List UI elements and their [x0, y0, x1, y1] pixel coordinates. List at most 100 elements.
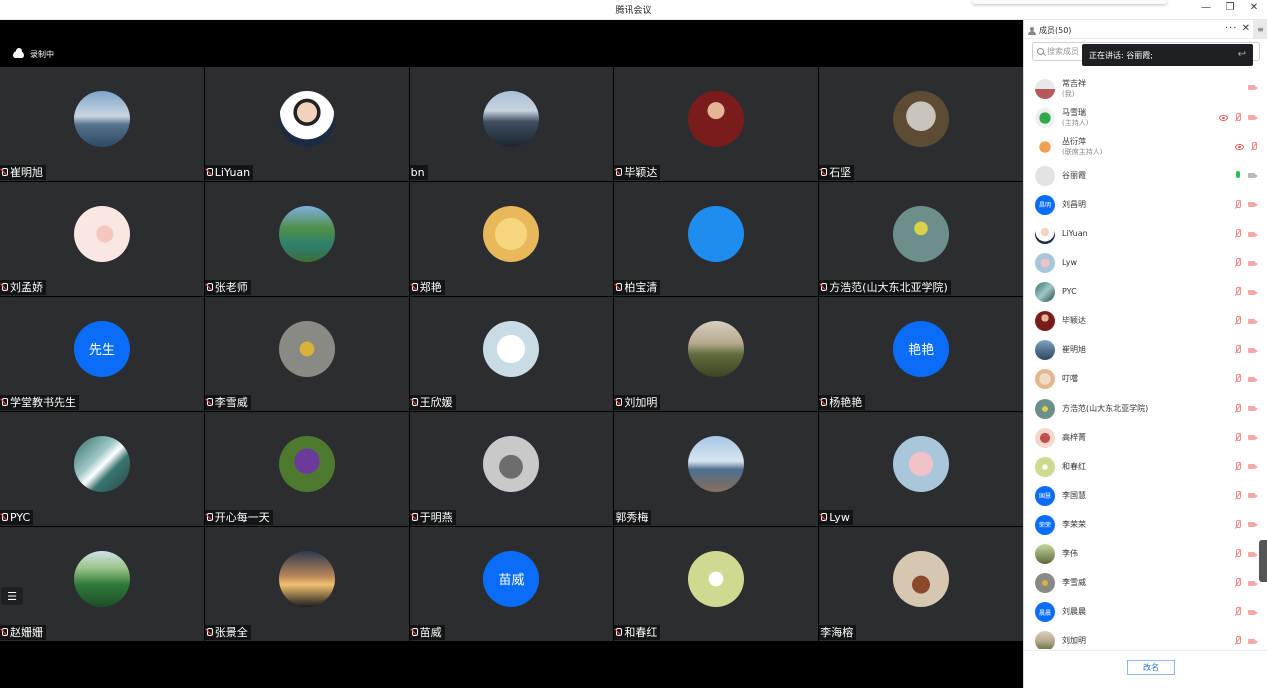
member-row[interactable]: 晨晨 刘晨晨	[1024, 598, 1267, 627]
member-status-icons	[1234, 170, 1258, 181]
member-row[interactable]: 方浩范(山大东北亚学院)	[1024, 394, 1267, 423]
camera-off-icon[interactable]	[1248, 405, 1258, 412]
list-menu-button[interactable]: ☰	[1, 587, 23, 605]
video-tile[interactable]: PYC	[0, 412, 204, 526]
side-scroll-handle[interactable]	[1259, 540, 1267, 582]
video-tile[interactable]: 毕颖达	[614, 67, 819, 181]
video-tile[interactable]: 开心每一天	[204, 412, 409, 526]
video-tile[interactable]: 于明燕	[409, 412, 614, 526]
video-tile[interactable]: 崔明旭	[0, 67, 204, 181]
muted-mic-icon[interactable]	[1234, 229, 1242, 239]
video-tile[interactable]: 李雪威	[204, 297, 409, 411]
member-row[interactable]: 丛衍萍 (联席主持人)	[1024, 132, 1267, 161]
member-row[interactable]: 国慧 李国慧	[1024, 481, 1267, 510]
member-row[interactable]: 叮噹	[1024, 365, 1267, 394]
video-tile[interactable]: 刘加明	[614, 297, 819, 411]
video-tile[interactable]: bn	[409, 67, 614, 181]
muted-mic-icon[interactable]	[1234, 287, 1242, 297]
restore-button[interactable]: ❐	[1223, 2, 1237, 13]
muted-mic-icon[interactable]	[1234, 607, 1242, 617]
muted-mic-icon[interactable]	[1234, 374, 1242, 384]
video-tile[interactable]: 郑艳	[409, 182, 614, 296]
muted-mic-icon[interactable]	[1250, 141, 1258, 152]
member-row[interactable]: 毕颖达	[1024, 307, 1267, 336]
video-tile[interactable]: 石坚	[819, 67, 1023, 181]
participant-avatar	[73, 435, 130, 492]
member-row[interactable]: 马雪瑞 (主持人)	[1024, 103, 1267, 132]
muted-mic-icon[interactable]	[1234, 403, 1242, 414]
camera-off-icon[interactable]	[1248, 521, 1258, 528]
muted-mic-icon[interactable]	[1234, 519, 1242, 530]
return-arrow-icon[interactable]: ↩	[1238, 49, 1246, 60]
video-tile[interactable]: Lyw	[819, 412, 1023, 526]
member-row[interactable]: LiYuan	[1024, 219, 1267, 248]
camera-off-icon[interactable]	[1248, 231, 1258, 238]
more-options-button[interactable]: ···	[1225, 23, 1238, 34]
camera-off-icon[interactable]	[1248, 84, 1258, 91]
member-row[interactable]: 高梓菁	[1024, 423, 1267, 452]
video-tile[interactable]: 赵姗姗	[0, 527, 204, 641]
camera-off-icon[interactable]	[1248, 260, 1258, 267]
member-name: Lyw	[1062, 258, 1077, 268]
muted-mic-icon[interactable]	[1234, 549, 1242, 559]
participant-name-tag: 于明燕	[409, 510, 456, 525]
video-tile[interactable]: 张老师	[204, 182, 409, 296]
video-tile[interactable]: 张景全	[204, 527, 409, 641]
camera-off-icon[interactable]	[1248, 289, 1258, 296]
video-tile[interactable]: 柏宝清	[614, 182, 819, 296]
camera-off-icon[interactable]	[1248, 638, 1258, 645]
muted-mic-icon[interactable]	[1234, 112, 1242, 123]
member-row[interactable]: 刘加明	[1024, 627, 1267, 649]
member-row[interactable]: 常吉祥 (我)	[1024, 74, 1267, 103]
muted-mic-icon[interactable]	[1234, 432, 1242, 443]
muted-mic-icon[interactable]	[1234, 636, 1242, 646]
muted-mic-icon[interactable]	[1234, 258, 1242, 268]
eye-icon[interactable]	[1219, 114, 1228, 121]
participant-avatar	[73, 550, 130, 607]
member-row[interactable]: 李雪威	[1024, 569, 1267, 598]
video-tile[interactable]: LiYuan	[204, 67, 409, 181]
side-toggle-button[interactable]: ≡	[1253, 20, 1267, 39]
camera-off-icon[interactable]	[1248, 114, 1258, 121]
video-tile[interactable]: 和春红	[614, 527, 819, 641]
camera-off-icon[interactable]	[1248, 463, 1258, 470]
video-tile[interactable]: 郭秀梅	[614, 412, 819, 526]
camera-off-icon[interactable]	[1248, 609, 1258, 616]
member-row[interactable]: 谷丽霞	[1024, 161, 1267, 190]
member-row[interactable]: 荣荣 李荣荣	[1024, 510, 1267, 539]
close-window-button[interactable]: ✕	[1247, 2, 1261, 13]
member-row[interactable]: 昌明 刘昌明	[1024, 190, 1267, 219]
minimize-button[interactable]: —	[1199, 2, 1213, 13]
camera-off-icon[interactable]	[1248, 347, 1258, 354]
muted-mic-icon[interactable]	[1234, 490, 1242, 501]
muted-mic-icon[interactable]	[1234, 461, 1242, 472]
video-tile[interactable]: 苗威 苗威	[409, 527, 614, 641]
camera-off-icon[interactable]	[1248, 201, 1258, 208]
video-tile[interactable]: 先生 学堂教书先生	[0, 297, 204, 411]
muted-mic-icon[interactable]	[1234, 199, 1242, 210]
member-row[interactable]: PYC	[1024, 278, 1267, 307]
member-row[interactable]: 和春红	[1024, 452, 1267, 481]
close-panel-button[interactable]: ✕	[1242, 23, 1251, 34]
muted-mic-icon[interactable]	[1234, 316, 1242, 326]
camera-off-icon[interactable]	[1248, 434, 1258, 441]
camera-off-icon[interactable]	[1248, 318, 1258, 325]
video-tile[interactable]: 方浩范(山大东北亚学院)	[819, 182, 1023, 296]
member-row[interactable]: 崔明旭	[1024, 336, 1267, 365]
eye-icon[interactable]	[1235, 143, 1244, 150]
muted-mic-icon[interactable]	[1234, 578, 1242, 588]
video-tile[interactable]: 艳艳 杨艳艳	[819, 297, 1023, 411]
rename-button[interactable]: 改名	[1127, 660, 1175, 675]
video-tile[interactable]: 刘孟娇	[0, 182, 204, 296]
camera-off-icon[interactable]	[1248, 580, 1258, 587]
mic-on-icon[interactable]	[1234, 170, 1242, 181]
member-row[interactable]: 李伟	[1024, 540, 1267, 569]
camera-off-icon[interactable]	[1248, 492, 1258, 499]
camera-off-icon[interactable]	[1248, 551, 1258, 558]
camera-icon[interactable]	[1248, 172, 1258, 179]
member-row[interactable]: Lyw	[1024, 249, 1267, 278]
video-tile[interactable]: 王欣媛	[409, 297, 614, 411]
camera-off-icon[interactable]	[1248, 376, 1258, 383]
muted-mic-icon[interactable]	[1234, 345, 1242, 355]
video-tile[interactable]: 李海榕	[819, 527, 1023, 641]
